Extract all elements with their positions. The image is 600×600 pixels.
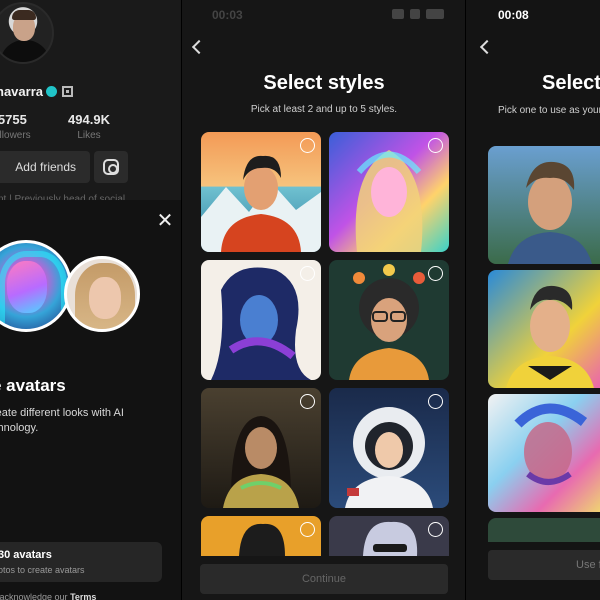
avatar-paint-art	[506, 285, 594, 388]
followers-stat[interactable]: 5755 ollowers	[0, 112, 31, 141]
back-chevron-icon[interactable]	[479, 39, 495, 55]
instagram-icon	[103, 159, 119, 175]
page-subtitle: Pick at least 2 and up to 5 styles.	[250, 104, 398, 115]
status-icons	[392, 9, 444, 19]
continue-button[interactable]: Continue	[200, 564, 448, 594]
style-select-checkbox[interactable]	[300, 394, 315, 409]
verified-badge-icon	[46, 86, 57, 97]
back-chevron-icon[interactable]	[191, 39, 207, 55]
style-card-silver-hair[interactable]	[329, 516, 449, 556]
style-select-checkbox[interactable]	[428, 138, 443, 153]
style-card-golden-armor[interactable]	[201, 388, 321, 508]
avatar-option-4[interactable]	[488, 518, 600, 542]
avatar-option-2[interactable]	[488, 270, 600, 388]
page-title: Select styles	[263, 72, 385, 94]
style-select-checkbox[interactable]	[300, 266, 315, 281]
page-subtitle: Pick one to use as your pr to yo	[497, 105, 600, 116]
page-title: Select	[542, 72, 600, 94]
select-styles-screen: 00:03 Select styles Pick at least 2 and …	[182, 0, 466, 600]
style-card-holographic[interactable]	[329, 132, 449, 252]
style-card-floral-retro[interactable]	[329, 260, 449, 380]
style-select-checkbox[interactable]	[300, 138, 315, 153]
qr-code-icon[interactable]	[62, 86, 73, 97]
instagram-button[interactable]	[94, 151, 128, 183]
profile-header: navarra 5755 ollowers 494.9K Likes Add f…	[0, 0, 182, 210]
use-avatar-button[interactable]: Use f	[488, 550, 600, 580]
sheet-title: e avatars	[0, 376, 66, 395]
status-time: 00:03	[212, 8, 243, 22]
style-select-checkbox[interactable]	[300, 522, 315, 537]
terms-text: u acknowledge our	[0, 592, 68, 600]
likes-label: Likes	[77, 130, 101, 141]
style-card-orange-pop[interactable]	[201, 516, 321, 556]
avatar-plan-option[interactable]: 30 avatars otos to create avatars	[0, 542, 162, 582]
followers-label: ollowers	[0, 130, 31, 141]
sheet-description: reate different looks with AI chnology.	[0, 407, 124, 434]
select-avatar-screen: 00:08 Select Pick one to use as your pr …	[466, 0, 600, 600]
avatar-sample-ai	[0, 240, 72, 332]
likes-count: 494.9K	[68, 112, 110, 127]
likes-stat[interactable]: 494.9K Likes	[64, 112, 114, 141]
plan-subtitle: otos to create avatars	[0, 565, 85, 575]
avatar-option-1[interactable]	[488, 146, 600, 264]
terms-notice: u acknowledge our Terms	[0, 592, 96, 600]
profile-avatar[interactable]	[0, 2, 54, 64]
add-friends-button[interactable]: Add friends	[0, 151, 90, 183]
ai-avatars-sheet: ✕ e avatars reate different looks with A…	[0, 200, 182, 600]
followers-count: 5755	[0, 112, 27, 127]
avatar-option-3[interactable]	[488, 394, 600, 512]
avatar-3d-art	[508, 161, 592, 264]
close-icon[interactable]: ✕	[156, 211, 174, 231]
username: navarra	[0, 84, 43, 99]
style-select-checkbox[interactable]	[428, 266, 443, 281]
avatar-watercolor-art	[514, 403, 588, 485]
style-card-illustrated-mountain[interactable]	[201, 132, 321, 252]
signal-icon	[392, 9, 404, 19]
plan-title: 30 avatars	[0, 549, 52, 561]
avatar-sample-photo	[64, 256, 140, 332]
style-card-astronaut[interactable]	[329, 388, 449, 508]
terms-link[interactable]: Terms	[70, 592, 96, 600]
profile-screen: navarra 5755 ollowers 494.9K Likes Add f…	[0, 0, 182, 600]
wifi-icon	[410, 9, 420, 19]
battery-icon	[426, 9, 444, 19]
status-time: 00:08	[498, 8, 529, 22]
style-select-checkbox[interactable]	[428, 394, 443, 409]
style-card-watercolor-ink[interactable]	[201, 260, 321, 380]
style-select-checkbox[interactable]	[428, 522, 443, 537]
